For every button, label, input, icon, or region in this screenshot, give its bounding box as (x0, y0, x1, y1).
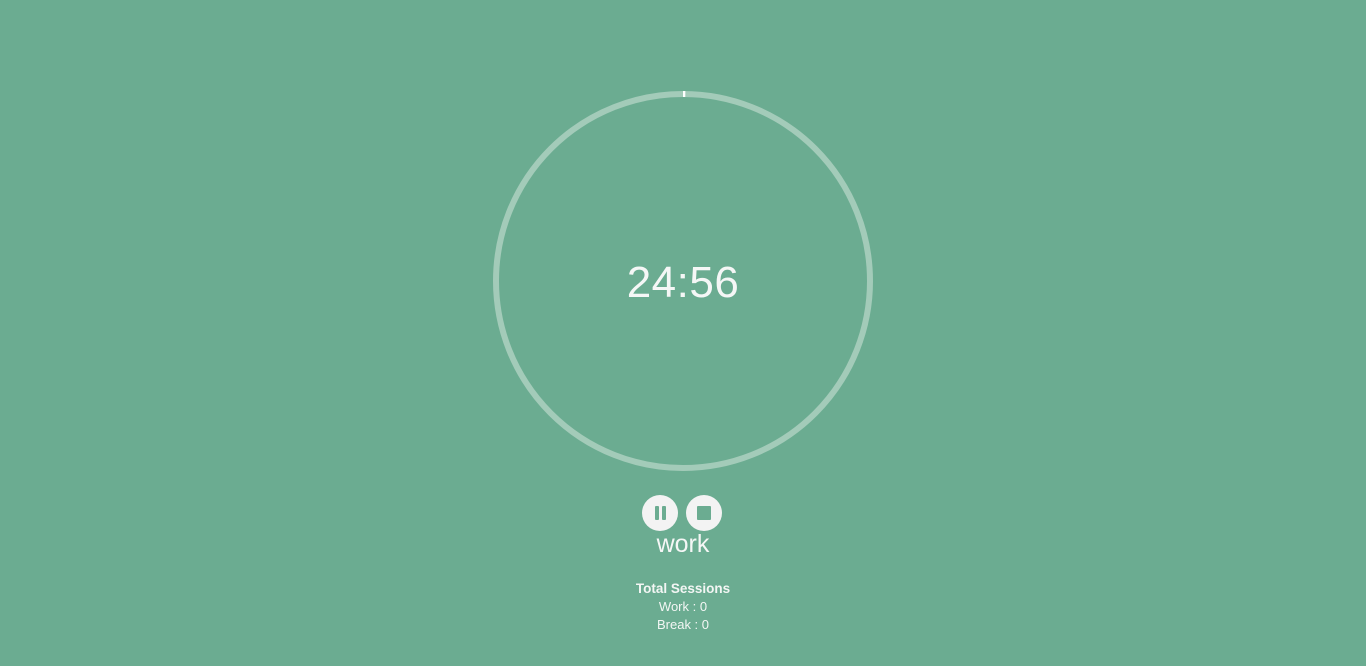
pause-button[interactable] (642, 495, 678, 531)
timer-controls (642, 495, 726, 531)
sessions-break-count: Break : 0 (656, 617, 710, 632)
sessions-title: Total Sessions (635, 581, 731, 596)
stop-icon (697, 506, 711, 520)
sessions-work-count: Work : 0 (658, 599, 708, 614)
pause-icon (654, 506, 666, 520)
timer-display: 24:56 (626, 258, 740, 307)
sessions-summary: Total Sessions Work : 0 Break : 0 (583, 580, 783, 634)
mode-label: work (656, 530, 710, 558)
stop-button[interactable] (686, 495, 722, 531)
